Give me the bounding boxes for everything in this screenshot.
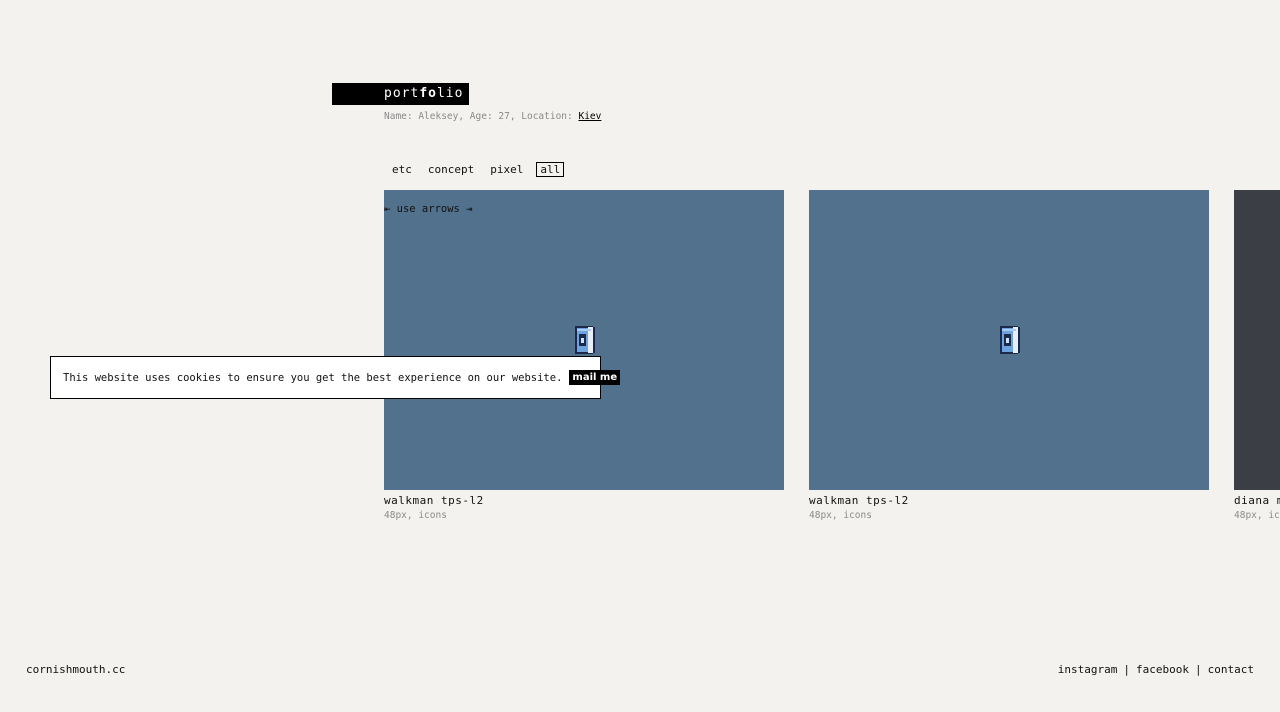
logo-text-end: lio [436, 86, 464, 101]
facebook-link[interactable]: facebook [1136, 663, 1189, 676]
arrows-hint: ⇤ use arrows ⇥ [384, 203, 473, 215]
card-title[interactable]: diana m [1234, 494, 1280, 507]
card-thumbnail[interactable] [809, 190, 1209, 490]
cookie-text: This website uses cookies to ensure you … [63, 371, 563, 384]
footer-separator: | [1195, 663, 1202, 676]
portfolio-card[interactable]: walkman tps-l2 48px, icons [809, 190, 1209, 521]
instagram-link[interactable]: instagram [1058, 663, 1118, 676]
contact-link[interactable]: contact [1208, 663, 1254, 676]
card-thumbnail[interactable] [384, 190, 784, 490]
card-meta: 48px, ico [1234, 510, 1280, 521]
profile-info: Name: Aleksey, Age: 27, Location: Kiev [384, 111, 601, 122]
card-title[interactable]: walkman tps-l2 [384, 494, 784, 507]
card-thumbnail[interactable] [1234, 190, 1280, 490]
mail-me-button[interactable]: mail me [569, 370, 621, 385]
cookie-banner: This website uses cookies to ensure you … [50, 356, 621, 399]
footer-social-links: instagram | facebook | contact [1058, 663, 1254, 676]
filter-all[interactable]: all [536, 162, 565, 177]
location-link[interactable]: Kiev [578, 111, 601, 122]
logo-text-bold: fo [419, 86, 437, 101]
footer-site-link[interactable]: cornishmouth.cc [26, 663, 125, 676]
card-meta: 48px, icons [384, 510, 447, 521]
card-title[interactable]: walkman tps-l2 [809, 494, 1209, 507]
filter-etc[interactable]: etc [389, 162, 415, 177]
site-logo[interactable]: portfolio [332, 83, 469, 105]
card-meta: 48px, icons [809, 510, 872, 521]
category-filters: etc concept pixel all [389, 162, 565, 177]
portfolio-card[interactable]: diana m 48px, ico [1234, 190, 1280, 521]
profile-info-text: Name: Aleksey, Age: 27, Location: [384, 111, 573, 122]
walkman-icon [575, 326, 595, 354]
walkman-icon [1000, 326, 1020, 354]
logo-text-start: port [384, 86, 420, 101]
footer-separator: | [1123, 663, 1131, 676]
filter-concept[interactable]: concept [425, 162, 477, 177]
page: portfolio Name: Aleksey, Age: 27, Locati… [0, 0, 1280, 712]
filter-pixel[interactable]: pixel [487, 162, 526, 177]
